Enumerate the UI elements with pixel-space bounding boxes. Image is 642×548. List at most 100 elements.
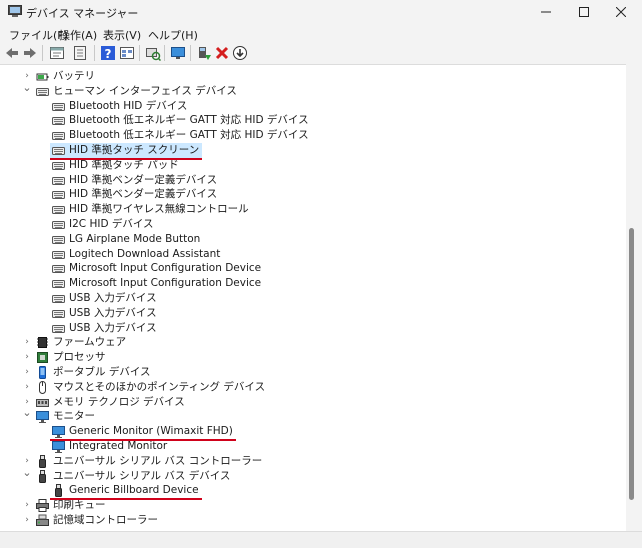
tree-category[interactable]: › 印刷キュー	[0, 498, 626, 513]
tree-device[interactable]: Generic Monitor (Wimaxit FHD)	[0, 424, 626, 442]
tree-item-label: 記憶域コントローラー	[53, 514, 158, 526]
toolbar-separator	[94, 45, 95, 61]
tree-device[interactable]: I2C HID デバイス	[0, 217, 626, 232]
help-icon[interactable]: ?	[100, 45, 116, 61]
hid-icon	[52, 324, 65, 333]
tree-category[interactable]: ⌄ ヒューマン インターフェイス デバイス	[0, 81, 626, 99]
monitor-icon	[36, 411, 49, 424]
tree-item-label: Bluetooth 低エネルギー GATT 対応 HID デバイス	[69, 129, 309, 142]
tree-category[interactable]: › プロセッサ	[0, 350, 626, 365]
tree-device[interactable]: Integrated Monitor	[0, 439, 626, 454]
tree-item-label: HID 準拠タッチ パッド	[69, 158, 179, 171]
tree-device[interactable]: Bluetooth HID デバイス	[0, 99, 626, 114]
tree-category[interactable]: › ファームウェア	[0, 335, 626, 350]
menu-help[interactable]: ヘルプ(H)	[148, 27, 198, 43]
tree-device[interactable]: USB 入力デバイス	[0, 291, 626, 306]
toolbar-separator	[190, 45, 191, 61]
chevron-right-icon[interactable]: ›	[22, 498, 32, 513]
tree-item-label: ファームウェア	[53, 336, 127, 349]
chevron-right-icon[interactable]: ›	[22, 365, 32, 380]
minimize-icon	[541, 11, 551, 13]
tree-device[interactable]: HID 準拠ワイヤレス無線コントロール	[0, 202, 626, 217]
tree-item-label: バッテリ	[53, 70, 95, 82]
tree-device[interactable]: Microsoft Input Configuration Device	[0, 276, 626, 291]
toolbar-separator	[164, 45, 165, 61]
tree-item-label: USB 入力デバイス	[69, 306, 157, 319]
hid-icon	[52, 102, 65, 111]
tree-category[interactable]: › マウスとそのほかのポインティング デバイス	[0, 380, 626, 395]
hid-icon	[52, 265, 65, 274]
tree-item-label: Generic Monitor (Wimaxit FHD)	[69, 425, 233, 438]
tree-category[interactable]: › 記憶域コントローラー	[0, 513, 626, 528]
menu-view[interactable]: 表示(V)	[103, 27, 141, 43]
usb-icon	[39, 469, 46, 483]
toolbar-separator	[42, 45, 43, 61]
annotation-underline	[50, 498, 202, 501]
tree-device[interactable]: Logitech Download Assistant	[0, 247, 626, 262]
tree-item-label: ユニバーサル シリアル バス コントローラー	[53, 454, 263, 467]
add-driver-icon[interactable]	[196, 45, 212, 61]
forward-icon[interactable]	[22, 45, 38, 61]
tree-category[interactable]: › ポータブル デバイス	[0, 365, 626, 380]
memory-icon	[36, 398, 49, 407]
tree-device[interactable]: USB 入力デバイス	[0, 306, 626, 321]
tree-device[interactable]: HID 準拠ベンダー定義デバイス	[0, 173, 626, 188]
tree-category[interactable]: ⌄ モニター	[0, 406, 626, 424]
chevron-right-icon[interactable]: ›	[22, 335, 32, 350]
chevron-right-icon[interactable]: ›	[22, 513, 32, 528]
hid-icon	[52, 206, 65, 215]
chevron-down-icon[interactable]: ⌄	[22, 405, 32, 420]
chevron-down-icon[interactable]: ⌄	[22, 465, 32, 480]
tree-item-label: メモリ テクノロジ デバイス	[53, 395, 185, 408]
tree-device[interactable]: LG Airplane Mode Button	[0, 232, 626, 247]
chevron-down-icon[interactable]: ⌄	[22, 80, 32, 95]
tree-category[interactable]: ⌄ ユニバーサル シリアル バス デバイス	[0, 466, 626, 484]
scan-icon[interactable]	[145, 45, 161, 61]
menu-bar: ファイル(F) 操作(A) 表示(V) ヘルプ(H)	[0, 24, 642, 42]
close-button[interactable]	[599, 0, 642, 24]
tree-item-label: モニター	[53, 410, 95, 423]
battery-icon	[36, 73, 49, 81]
tree-device[interactable]: Bluetooth 低エネルギー GATT 対応 HID デバイス	[0, 113, 626, 128]
chevron-right-icon[interactable]: ›	[22, 350, 32, 365]
view-icon[interactable]	[119, 45, 135, 61]
tree-item-label: Integrated Monitor	[69, 440, 168, 452]
tree-item-label: Microsoft Input Configuration Device	[69, 277, 262, 290]
tree-item-label: HID 準拠ベンダー定義デバイス	[69, 188, 218, 201]
device-manager-icon	[8, 5, 22, 17]
tree-category[interactable]: › メモリ テクノロジ デバイス	[0, 395, 626, 410]
tree-device[interactable]: Microsoft Input Configuration Device	[0, 261, 626, 276]
title-bar: デバイス マネージャー	[0, 0, 642, 24]
hid-icon	[52, 235, 65, 244]
tree-category[interactable]: › ユニバーサル シリアル バス コントローラー	[0, 454, 626, 469]
download-icon[interactable]	[232, 45, 248, 61]
chevron-right-icon[interactable]: ›	[22, 380, 32, 395]
tree-device[interactable]: HID 準拠ベンダー定義デバイス	[0, 187, 626, 202]
tree-category[interactable]: › バッテリ	[0, 69, 626, 84]
back-icon[interactable]	[4, 45, 20, 61]
tree-item-label: HID 準拠ベンダー定義デバイス	[69, 173, 218, 186]
update-icon[interactable]	[72, 45, 88, 61]
tree-item-label: Logitech Download Assistant	[69, 247, 221, 260]
tree-device[interactable]: HID 準拠タッチ スクリーン	[0, 143, 626, 160]
tree-item-label: HID 準拠タッチ スクリーン	[69, 144, 200, 156]
hid-icon	[52, 147, 65, 155]
tree-item-label: LG Airplane Mode Button	[69, 232, 201, 245]
tree-device[interactable]: HID 準拠タッチ パッド	[0, 158, 626, 173]
uninstall-icon[interactable]	[214, 45, 230, 61]
mouse-icon	[39, 380, 46, 394]
tree-item-label: USB 入力デバイス	[69, 321, 157, 334]
hid-icon	[52, 309, 65, 318]
menu-action[interactable]: 操作(A)	[59, 27, 97, 43]
properties-icon[interactable]	[49, 45, 65, 61]
scrollbar-thumb[interactable]	[629, 228, 634, 500]
tree-device[interactable]: Bluetooth 低エネルギー GATT 対応 HID デバイス	[0, 128, 626, 143]
firmware-icon	[37, 337, 48, 349]
tree-item-label: ポータブル デバイス	[53, 366, 151, 378]
toolbar: ?	[0, 42, 642, 64]
device-tree[interactable]: › バッテリ ⌄ ヒューマン インターフェイス デバイス Bluetooth HID デ…	[0, 64, 626, 535]
tree-device[interactable]: USB 入力デバイス	[0, 321, 626, 336]
monitor-icon[interactable]	[170, 45, 186, 61]
tree-device[interactable]: Generic Billboard Device	[0, 483, 626, 501]
tree-item-label: プロセッサ	[53, 351, 106, 364]
